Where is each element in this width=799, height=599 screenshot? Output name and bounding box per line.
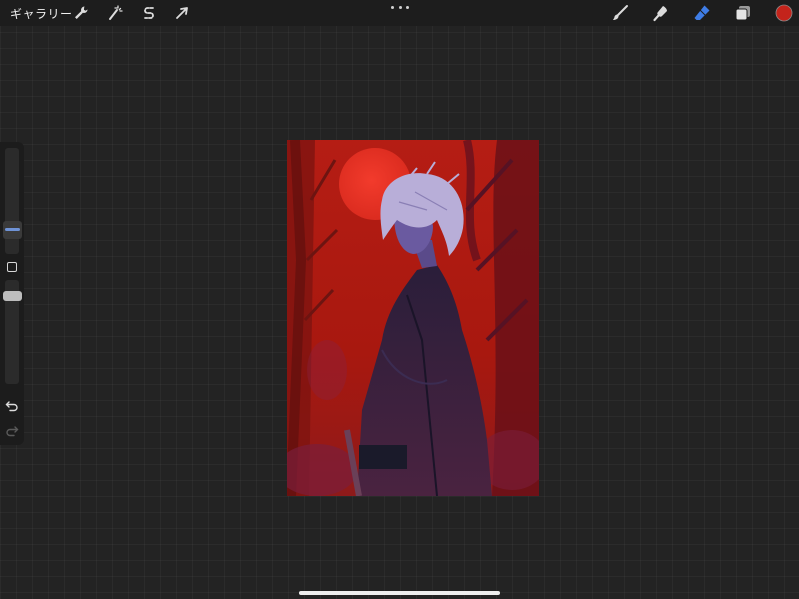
brush-size-slider-thumb[interactable] [3,221,22,239]
gallery-button[interactable]: ギャラリー [10,5,73,22]
arrow-cursor-icon[interactable] [172,3,192,23]
drawing-canvas[interactable] [287,140,539,496]
opacity-slider-thumb[interactable] [3,291,22,301]
top-toolbar: ギャラリー [0,0,799,26]
layers-icon[interactable] [733,3,753,23]
magic-wand-icon[interactable] [105,3,125,23]
smudge-icon[interactable] [651,3,671,23]
redo-icon[interactable] [5,423,19,437]
artwork-illustration [287,140,539,496]
selection-s-icon[interactable] [139,3,159,23]
home-indicator [299,591,500,595]
brush-icon[interactable] [610,3,630,23]
undo-icon[interactable] [5,398,19,412]
eraser-icon[interactable] [692,3,712,23]
wrench-icon[interactable] [71,3,91,23]
ellipsis-icon[interactable] [391,2,409,12]
modify-button[interactable] [7,262,17,272]
color-swatch-icon[interactable] [774,3,794,23]
